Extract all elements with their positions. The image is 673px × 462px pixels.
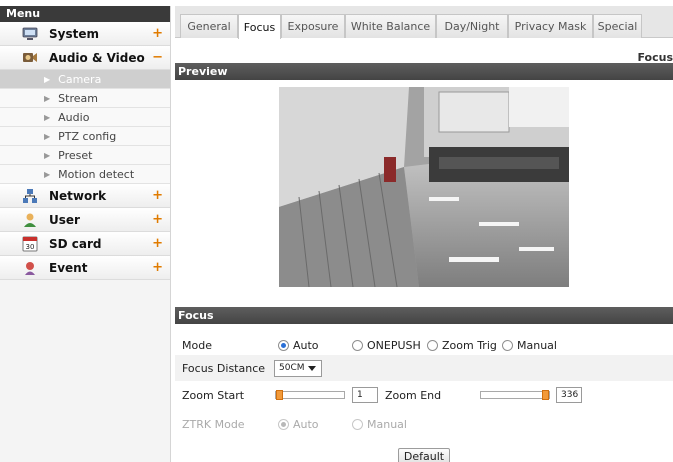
subitem-label: Motion detect bbox=[58, 167, 135, 181]
expand-icon: + bbox=[152, 236, 163, 251]
subitem-label: Camera bbox=[58, 72, 102, 86]
chevron-down-icon bbox=[308, 365, 316, 371]
triangle-right-icon: ▶ bbox=[44, 131, 51, 141]
sidebar-menu: Menu System + Audio & Video − ▶ Camera ▶… bbox=[0, 6, 171, 462]
subitem-label: Stream bbox=[58, 91, 98, 105]
subitem-label: Audio bbox=[58, 110, 90, 124]
focus-distance-select[interactable]: 50CM bbox=[274, 359, 322, 377]
radio-icon bbox=[352, 339, 363, 351]
sidebar-item-sd-card[interactable]: 30 SD card + bbox=[0, 232, 170, 256]
mode-radio-zoom-trig[interactable]: Zoom Trig bbox=[427, 339, 497, 352]
expand-icon: + bbox=[152, 188, 163, 203]
sidebar-item-label: SD card bbox=[49, 236, 102, 251]
collapse-icon: − bbox=[152, 50, 163, 65]
zoom-end-input[interactable]: 336 bbox=[556, 387, 582, 403]
ztrk-radio-auto[interactable]: Auto bbox=[278, 418, 319, 431]
radio-label: Auto bbox=[293, 338, 319, 352]
radio-label: Auto bbox=[293, 417, 319, 431]
slider-thumb[interactable] bbox=[542, 390, 549, 400]
radio-icon bbox=[352, 418, 363, 430]
camera-preview-image bbox=[279, 87, 569, 287]
ztrk-mode-row: ZTRK Mode Auto Manual bbox=[175, 411, 673, 437]
sidebar-item-label: Event bbox=[49, 260, 88, 275]
triangle-right-icon: ▶ bbox=[44, 169, 51, 179]
sidebar-item-system[interactable]: System + bbox=[0, 22, 170, 46]
mode-label: Mode bbox=[182, 338, 212, 352]
ztrk-radio-manual[interactable]: Manual bbox=[352, 418, 407, 431]
expand-icon: + bbox=[152, 260, 163, 275]
sidebar-item-label: Audio & Video bbox=[49, 50, 145, 65]
triangle-right-icon: ▶ bbox=[44, 150, 51, 160]
sd-card-icon-text: 30 bbox=[26, 243, 35, 251]
mode-radio-auto[interactable]: Auto bbox=[278, 339, 319, 352]
tab-exposure[interactable]: Exposure bbox=[281, 14, 345, 38]
sidebar-item-label: User bbox=[49, 212, 80, 227]
default-button[interactable]: Default bbox=[398, 448, 450, 462]
triangle-right-icon: ▶ bbox=[44, 112, 51, 122]
radio-icon bbox=[427, 339, 438, 351]
select-value: 50CM bbox=[279, 363, 305, 373]
expand-icon: + bbox=[152, 212, 163, 227]
radio-selected-icon bbox=[278, 418, 289, 430]
focus-distance-row: Focus Distance 50CM bbox=[175, 355, 673, 381]
radio-label: Zoom Trig bbox=[442, 338, 497, 352]
sd-card-icon: 30 bbox=[22, 236, 38, 252]
triangle-right-icon: ▶ bbox=[44, 93, 51, 103]
sidebar-subitem-audio[interactable]: ▶ Audio bbox=[0, 108, 170, 127]
tab-privacy-mask[interactable]: Privacy Mask bbox=[508, 14, 593, 38]
radio-label: Manual bbox=[367, 417, 407, 431]
sidebar-subitem-camera[interactable]: ▶ Camera bbox=[0, 70, 170, 89]
sidebar-item-user[interactable]: User + bbox=[0, 208, 170, 232]
zoom-start-label: Zoom Start bbox=[182, 388, 245, 402]
subitem-label: PTZ config bbox=[58, 129, 117, 143]
mode-radio-onepush[interactable]: ONEPUSH bbox=[352, 339, 421, 352]
triangle-right-icon: ▶ bbox=[44, 74, 51, 84]
sidebar-item-audio-video[interactable]: Audio & Video − bbox=[0, 46, 170, 70]
mode-radio-manual[interactable]: Manual bbox=[502, 339, 557, 352]
sidebar-subitem-motion-detect[interactable]: ▶ Motion detect bbox=[0, 165, 170, 184]
settings-tab-bar: General Focus Exposure White Balance Day… bbox=[175, 6, 673, 39]
expand-icon: + bbox=[152, 26, 163, 41]
focus-section-header: Focus bbox=[175, 307, 673, 324]
radio-icon bbox=[502, 339, 513, 351]
zoom-start-slider[interactable] bbox=[275, 390, 345, 400]
radio-selected-icon bbox=[278, 339, 289, 351]
user-icon bbox=[22, 212, 38, 228]
tab-focus[interactable]: Focus bbox=[238, 14, 281, 39]
sidebar-item-label: Network bbox=[49, 188, 107, 203]
tab-special[interactable]: Special bbox=[593, 14, 642, 38]
radio-label: Manual bbox=[517, 338, 557, 352]
tab-white-balance[interactable]: White Balance bbox=[345, 14, 436, 38]
sidebar-subitem-stream[interactable]: ▶ Stream bbox=[0, 89, 170, 108]
network-icon bbox=[22, 188, 38, 204]
zoom-start-input[interactable]: 1 bbox=[352, 387, 378, 403]
event-icon bbox=[22, 260, 38, 276]
focus-distance-label: Focus Distance bbox=[182, 361, 266, 375]
sidebar-item-label: System bbox=[49, 26, 99, 41]
ztrk-mode-label: ZTRK Mode bbox=[182, 417, 245, 431]
radio-label: ONEPUSH bbox=[367, 338, 421, 352]
subitem-label: Preset bbox=[58, 148, 93, 162]
audio-video-icon bbox=[22, 50, 38, 66]
zoom-end-slider[interactable] bbox=[480, 390, 550, 400]
sidebar-subitem-preset[interactable]: ▶ Preset bbox=[0, 146, 170, 165]
tab-day-night[interactable]: Day/Night bbox=[436, 14, 508, 38]
sidebar-subitem-ptz-config[interactable]: ▶ PTZ config bbox=[0, 127, 170, 146]
menu-header: Menu bbox=[0, 6, 170, 22]
sidebar-item-network[interactable]: Network + bbox=[0, 184, 170, 208]
zoom-row: Zoom Start 1 Zoom End 336 bbox=[175, 382, 673, 408]
slider-thumb[interactable] bbox=[276, 390, 283, 400]
tab-general[interactable]: General bbox=[180, 14, 238, 38]
preview-section-header: Preview bbox=[175, 63, 673, 80]
sidebar-item-event[interactable]: Event + bbox=[0, 256, 170, 280]
zoom-end-label: Zoom End bbox=[385, 388, 442, 402]
system-icon bbox=[22, 26, 38, 42]
